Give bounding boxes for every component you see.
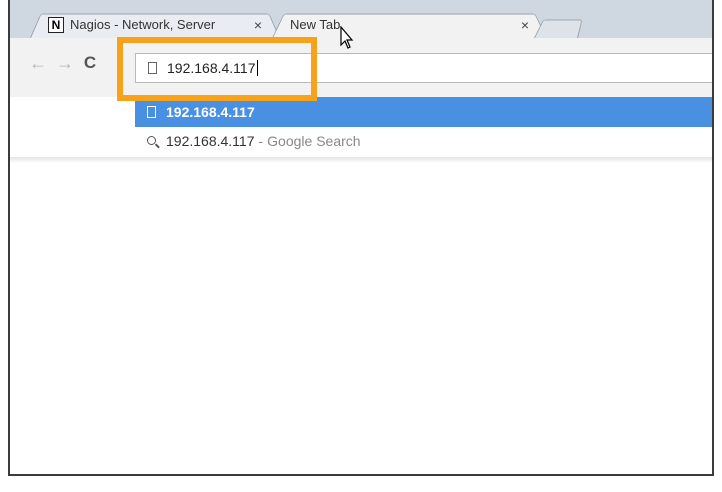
tab-title: Nagios - Network, Server (70, 17, 216, 32)
search-icon (147, 136, 156, 145)
tab-new-tab[interactable]: New Tab × (272, 11, 547, 39)
tab-close-icon[interactable]: × (254, 17, 262, 33)
tab-nagios[interactable]: N Nagios - Network, Server × (30, 11, 280, 39)
back-button[interactable]: ← (28, 53, 48, 74)
dropdown-shadow (10, 157, 712, 163)
suggestion-text: 192.168.4.117 (166, 104, 255, 120)
tab-strip: N Nagios - Network, Server × New Tab × (10, 0, 712, 39)
suggestion-source: Google Search (267, 132, 361, 149)
suggestion-text: 192.168.4.117 (166, 132, 255, 149)
page-icon (147, 106, 156, 118)
nagios-favicon-icon: N (48, 16, 64, 33)
reload-button[interactable]: C (80, 53, 100, 73)
omnibox-dropdown: 192.168.4.117 192.168.4.117 - Google Sea… (135, 97, 712, 154)
mouse-cursor-icon (340, 25, 354, 50)
browser-window: N Nagios - Network, Server × New Tab × ←… (8, 0, 714, 476)
suggestion-separator: - (258, 132, 264, 149)
tab-close-icon[interactable]: × (521, 17, 529, 33)
tab-title: New Tab (290, 17, 341, 32)
new-tab-button[interactable] (534, 17, 583, 38)
forward-button[interactable]: → (55, 53, 75, 74)
highlight-box (117, 37, 317, 101)
suggestion-url[interactable]: 192.168.4.117 (135, 97, 712, 127)
toolbar: ← → C 192.168.4.117 (10, 38, 712, 97)
suggestion-search[interactable]: 192.168.4.117 - Google Search (135, 127, 712, 154)
